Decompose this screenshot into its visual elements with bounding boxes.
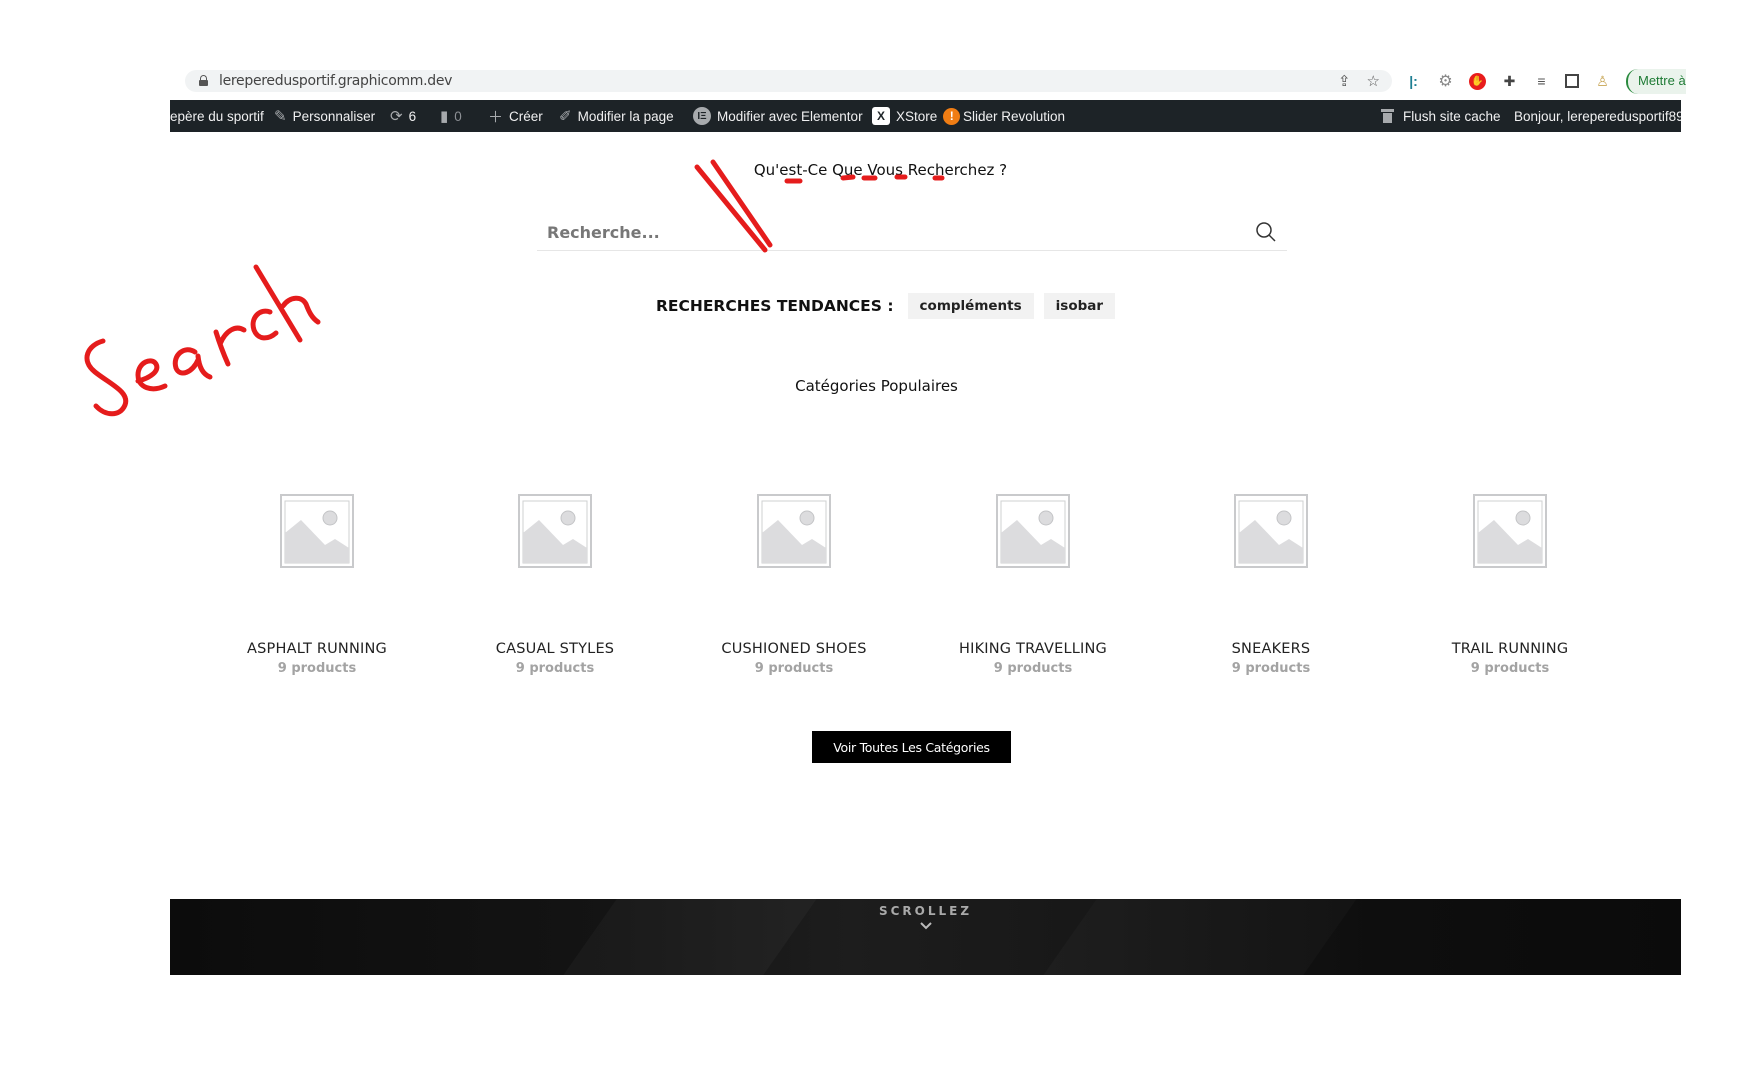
- placeholder-image-icon: [996, 494, 1070, 568]
- category-card[interactable]: CASUAL STYLES 9 products: [436, 480, 674, 676]
- search-heading: Qu'est-Ce Que Vous Recherchez ?: [753, 161, 1008, 179]
- view-all-categories-button[interactable]: Voir Toutes Les Catégories: [812, 731, 1011, 763]
- category-card[interactable]: ASPHALT RUNNING 9 products: [198, 480, 436, 676]
- reading-list-icon[interactable]: ≡: [1533, 73, 1550, 90]
- admin-edit-elementor[interactable]: IΞ Modifier avec Elementor: [693, 100, 863, 132]
- lock-icon: [199, 75, 208, 86]
- search-icon[interactable]: [1255, 221, 1277, 243]
- search-input[interactable]: [537, 215, 1237, 249]
- refresh-icon: ⟳: [390, 108, 403, 125]
- admin-xstore[interactable]: X XStore !: [872, 100, 961, 132]
- placeholder-image-icon: [280, 494, 354, 568]
- chevron-down-icon[interactable]: [919, 921, 932, 931]
- scroll-label: SCROLLEZ: [878, 904, 973, 918]
- admin-flush-cache[interactable]: Flush site cache: [1381, 100, 1501, 132]
- admin-slider-revolution[interactable]: Slider Revolution: [963, 100, 1065, 132]
- category-card[interactable]: SNEAKERS 9 products: [1152, 480, 1390, 676]
- category-card[interactable]: CUSHIONED SHOES 9 products: [675, 480, 913, 676]
- admin-new[interactable]: ＋ Créer: [488, 100, 543, 132]
- categories-grid: ASPHALT RUNNING 9 products CASUAL STYLES…: [198, 480, 1593, 700]
- url-text[interactable]: lereperedusportif.graphicomm.dev: [219, 73, 452, 89]
- adblock-hand-icon[interactable]: ✋: [1469, 72, 1486, 90]
- trending-tag[interactable]: compléments: [907, 293, 1034, 319]
- admin-site-name[interactable]: epère du sportif: [170, 100, 264, 132]
- bookmark-star-icon[interactable]: ☆: [1367, 72, 1380, 90]
- xstore-icon: X: [872, 107, 890, 125]
- elementor-icon: IΞ: [693, 107, 711, 125]
- side-panel-icon[interactable]: [1565, 74, 1579, 88]
- admin-updates[interactable]: ⟳ 6: [390, 100, 416, 132]
- admin-customize[interactable]: ✎ Personnaliser: [274, 100, 375, 132]
- teal-bars-extension-icon[interactable]: |:: [1405, 73, 1422, 90]
- category-card[interactable]: TRAIL RUNNING 9 products: [1391, 480, 1629, 676]
- gear-extension-icon[interactable]: ⚙: [1437, 73, 1454, 90]
- search-form: [537, 215, 1287, 251]
- trash-icon: [1381, 109, 1394, 123]
- browser-update-button[interactable]: Mettre à: [1626, 69, 1686, 94]
- lamp-extension-icon[interactable]: ♙: [1594, 73, 1611, 90]
- placeholder-image-icon: [1473, 494, 1547, 568]
- trending-searches: RECHERCHES TENDANCES : compléments isoba…: [0, 293, 1751, 319]
- admin-account[interactable]: Bonjour, lereperedusportif89-: [1514, 100, 1681, 132]
- share-icon[interactable]: ⇪: [1338, 72, 1351, 90]
- plus-icon: ＋: [488, 108, 504, 126]
- popular-categories-heading: Catégories Populaires: [795, 377, 958, 395]
- admin-comments[interactable]: ▮ 0: [440, 100, 462, 132]
- admin-edit-page[interactable]: ✐ Modifier la page: [559, 100, 674, 132]
- address-bar[interactable]: lereperedusportif.graphicomm.dev ⇪ ☆: [185, 70, 1392, 92]
- wp-admin-bar: epère du sportif ✎ Personnaliser ⟳ 6 ▮ 0…: [170, 100, 1681, 132]
- pencil-icon: ✐: [559, 108, 572, 125]
- placeholder-image-icon: [1234, 494, 1308, 568]
- trending-label: RECHERCHES TENDANCES :: [655, 297, 894, 315]
- placeholder-image-icon: [518, 494, 592, 568]
- trending-tag[interactable]: isobar: [1043, 293, 1116, 319]
- hero-slider-band: SCROLLEZ: [170, 899, 1681, 975]
- placeholder-image-icon: [757, 494, 831, 568]
- alert-icon: !: [943, 107, 961, 125]
- extensions-toolbar: |: ⚙ ✋ ✚ ≡ ♙: [1405, 70, 1611, 92]
- puzzle-extensions-icon[interactable]: ✚: [1501, 73, 1518, 90]
- category-card[interactable]: HIKING TRAVELLING 9 products: [914, 480, 1152, 676]
- paintbrush-icon: ✎: [274, 108, 287, 125]
- comment-icon: ▮: [440, 108, 449, 125]
